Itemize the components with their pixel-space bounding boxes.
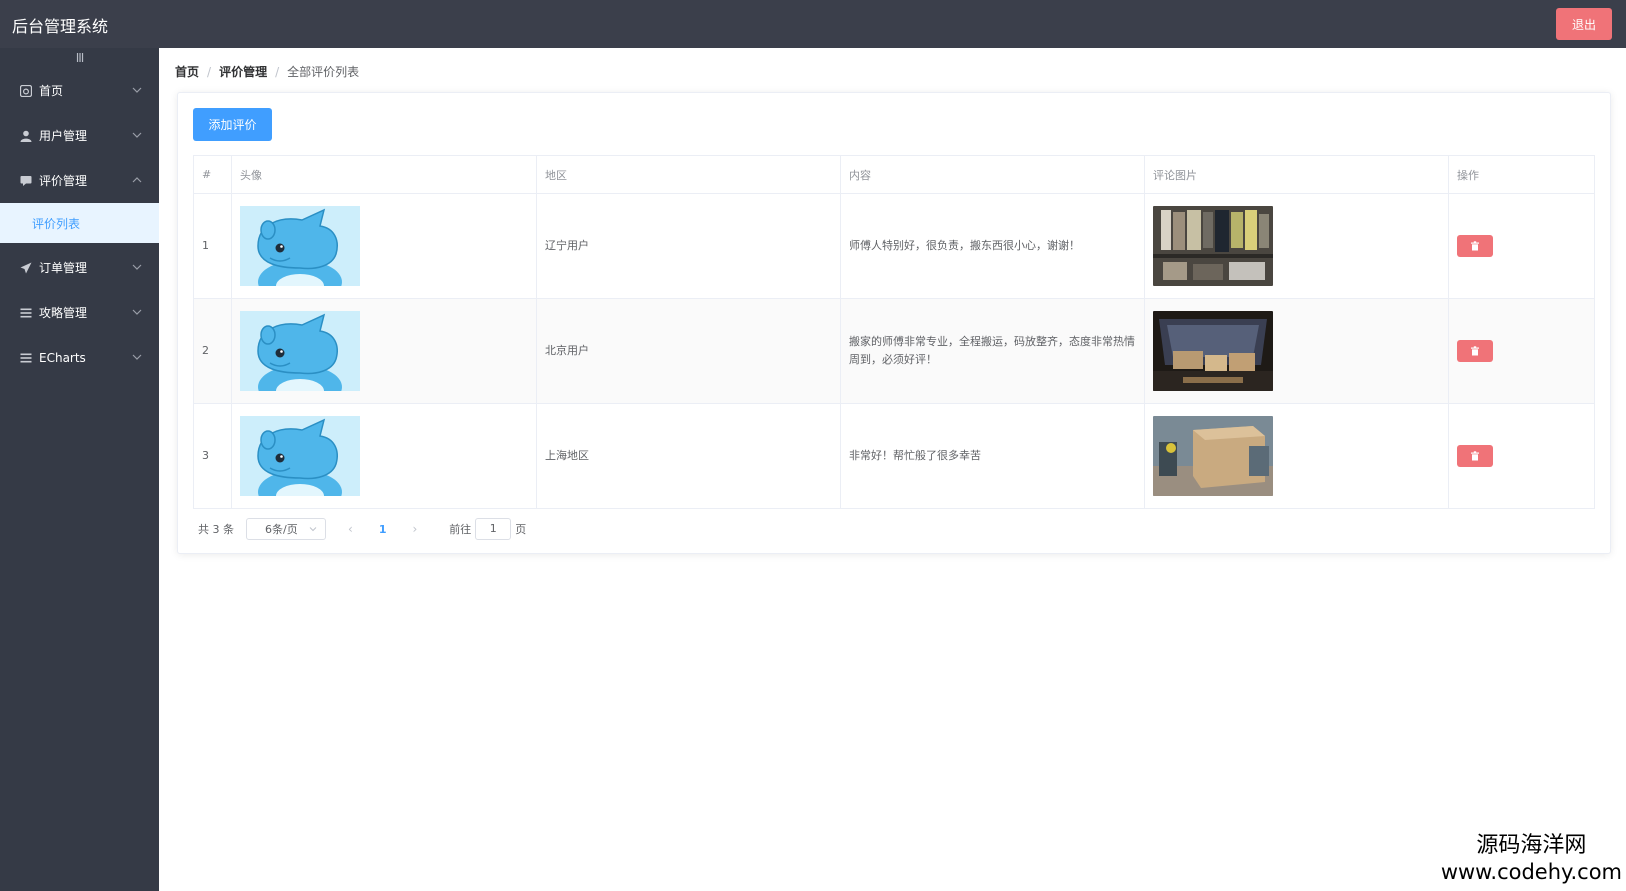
breadcrumb: 首页 / 评价管理 / 全部评价列表 [175, 63, 359, 80]
table-row: 3 上海地区 非常好！帮忙般了很多幸苦 [193, 403, 1595, 509]
goto-page-input[interactable]: 1 [475, 518, 512, 540]
sidebar-subitem-review-list[interactable]: 评价列表 [0, 203, 159, 243]
menu-icon [20, 352, 32, 364]
chevron-down-icon [132, 264, 142, 270]
row-index: 1 [193, 193, 232, 299]
review-list-card: 添加评价 # 头像 地区 内容 评论图片 操作 1 辽宁用户 师傅人特别好，很负… [177, 92, 1611, 554]
chevron-down-icon [132, 354, 142, 360]
pagination-total: 共 3 条 [198, 523, 234, 536]
breadcrumb-home[interactable]: 首页 [175, 63, 199, 80]
sidebar-item-label: ECharts [39, 350, 86, 365]
table-row: 1 辽宁用户 师傅人特别好，很负责，搬东西很小心，谢谢！ [193, 193, 1595, 299]
sidebar-item-label: 订单管理 [39, 261, 88, 275]
column-header-region: 地区 [536, 155, 841, 194]
sidebar-item-reviews[interactable]: 评价管理 [0, 158, 159, 203]
row-region: 辽宁用户 [536, 193, 841, 299]
avatar-cell [231, 193, 537, 299]
trash-icon [1471, 451, 1479, 461]
menu-icon [20, 307, 32, 319]
app-title: 后台管理系统 [12, 17, 109, 36]
photo-cell [1144, 193, 1449, 299]
photo-cell [1144, 403, 1449, 509]
sidebar-item-echarts[interactable]: ECharts [0, 335, 159, 380]
row-content: 搬家的师傅非常专业，全程搬运，码放整齐，态度非常热情周到，必须好评！ [840, 298, 1145, 404]
sidebar-item-users[interactable]: 用户管理 [0, 113, 159, 158]
sidebar-item-label: 用户管理 [39, 129, 88, 143]
photo-cell [1144, 298, 1449, 404]
row-index: 3 [193, 403, 232, 509]
pagination: 共 3 条 6条/页 ‹ 1 › 前往 1 页 [198, 518, 526, 540]
avatar [240, 311, 360, 391]
breadcrumb-current: 全部评价列表 [287, 65, 360, 79]
page-number-current[interactable]: 1 [379, 523, 387, 536]
chevron-down-icon [309, 527, 317, 532]
actions-cell [1448, 193, 1595, 299]
chevron-down-icon [132, 309, 142, 315]
sidebar-item-orders[interactable]: 订单管理 [0, 245, 159, 290]
column-header-photo: 评论图片 [1144, 155, 1449, 194]
actions-cell [1448, 298, 1595, 404]
row-content: 师傅人特别好，很负责，搬东西很小心，谢谢！ [840, 193, 1145, 299]
watermark: 源码海洋网 www.codehy.com [1441, 833, 1622, 885]
comment-icon [20, 175, 32, 187]
sidebar-item-label: 攻略管理 [39, 306, 88, 320]
table-row: 2 北京用户 搬家的师傅非常专业，全程搬运，码放整齐，态度非常热情周到，必须好评… [193, 298, 1595, 404]
send-icon [20, 262, 32, 274]
column-header-content: 内容 [840, 155, 1145, 194]
review-table: # 头像 地区 内容 评论图片 操作 1 辽宁用户 师傅人特别好，很负责，搬东西… [193, 155, 1595, 509]
page-size-value: 6条/页 [265, 523, 298, 536]
delete-button[interactable] [1457, 235, 1493, 257]
next-page-button[interactable]: › [412, 522, 417, 536]
sidebar: III 首页 用户管理 评价管理 评价列表 订单管理 攻略管理 ECharts [0, 48, 159, 891]
top-bar: 后台管理系统 退出 [0, 0, 1626, 48]
breadcrumb-separator: / [275, 64, 280, 79]
page-size-select[interactable]: 6条/页 [246, 518, 326, 540]
trash-icon [1471, 346, 1479, 356]
car-trunk-photo[interactable] [1153, 311, 1273, 391]
chevron-down-icon [132, 132, 142, 138]
chevron-down-icon [132, 87, 142, 93]
sidebar-collapse-toggle[interactable]: III [0, 48, 159, 68]
column-header-avatar: 头像 [231, 155, 537, 194]
wardrobe-photo[interactable] [1153, 206, 1273, 286]
avatar-cell [231, 403, 537, 509]
add-review-button[interactable]: 添加评价 [193, 108, 272, 141]
column-header-actions: 操作 [1448, 155, 1595, 194]
sidebar-item-guides[interactable]: 攻略管理 [0, 290, 159, 335]
avatar-cell [231, 298, 537, 404]
watermark-url: www.codehy.com [1440, 860, 1622, 884]
user-icon [20, 130, 32, 142]
table-header-row: # 头像 地区 内容 评论图片 操作 [193, 155, 1595, 194]
delete-button[interactable] [1457, 340, 1493, 362]
actions-cell [1448, 403, 1595, 509]
delete-button[interactable] [1457, 445, 1493, 467]
goto-label: 前往 [449, 523, 472, 536]
row-content: 非常好！帮忙般了很多幸苦 [840, 403, 1145, 509]
goto-suffix: 页 [515, 523, 527, 536]
sidebar-item-label: 评价管理 [39, 174, 88, 188]
sidebar-item-home[interactable]: 首页 [0, 68, 159, 113]
column-header-index: # [193, 155, 232, 194]
trash-icon [1471, 241, 1479, 251]
breadcrumb-reviews[interactable]: 评价管理 [219, 63, 267, 80]
breadcrumb-separator: / [207, 64, 212, 79]
dashboard-icon [20, 84, 32, 97]
row-region: 上海地区 [536, 403, 841, 509]
avatar [240, 206, 360, 286]
cardboard-box-photo[interactable] [1153, 416, 1273, 496]
chevron-up-icon [132, 177, 142, 183]
row-region: 北京用户 [536, 298, 841, 404]
avatar [240, 416, 360, 496]
row-index: 2 [193, 298, 232, 404]
watermark-name: 源码海洋网 [1476, 833, 1587, 858]
main-content: 首页 / 评价管理 / 全部评价列表 添加评价 # 头像 地区 内容 评论图片 … [159, 48, 1626, 891]
prev-page-button[interactable]: ‹ [348, 522, 353, 536]
sidebar-item-label: 首页 [39, 84, 64, 98]
logout-button[interactable]: 退出 [1556, 8, 1612, 40]
